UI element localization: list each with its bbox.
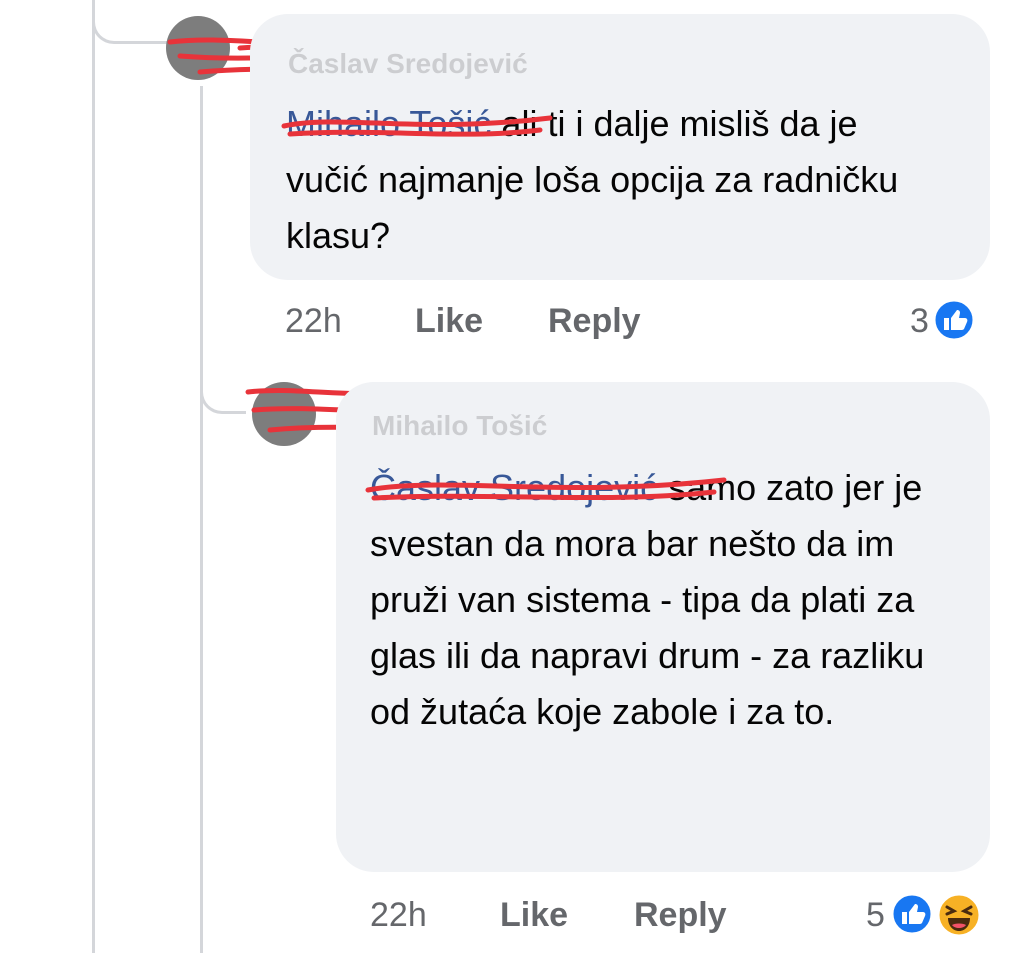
like-button[interactable]: Like	[415, 302, 483, 341]
reply-button[interactable]: Reply	[634, 896, 727, 935]
comment-timestamp[interactable]: 22h	[285, 302, 342, 341]
comment-text: Mihailo Tošić ali ti i dalje misliš da j…	[286, 96, 946, 264]
like-button[interactable]: Like	[500, 896, 568, 935]
comment-author[interactable]: Časlav Sredojević	[288, 48, 528, 80]
avatar[interactable]	[252, 382, 316, 446]
like-icon[interactable]	[890, 892, 934, 936]
comment-author[interactable]: Mihailo Tošić	[372, 410, 547, 442]
thread-line-inner	[200, 86, 203, 953]
reply-button[interactable]: Reply	[548, 302, 641, 341]
thread-line-connector	[92, 0, 172, 44]
reaction-count[interactable]: 3	[910, 302, 929, 341]
comment-timestamp[interactable]: 22h	[370, 896, 427, 935]
reaction-count[interactable]: 5	[866, 896, 885, 935]
comment-text: Časlav Sredojević samo zato jer je svest…	[370, 460, 960, 740]
mention-link[interactable]: Časlav Sredojević	[370, 467, 668, 508]
avatar[interactable]	[166, 16, 230, 80]
haha-icon[interactable]	[936, 892, 982, 938]
thread-line-reply-connector	[200, 360, 246, 414]
mention-link[interactable]: Mihailo Tošić	[286, 103, 501, 144]
thread-line-outer	[92, 0, 95, 953]
like-icon[interactable]	[932, 298, 976, 342]
